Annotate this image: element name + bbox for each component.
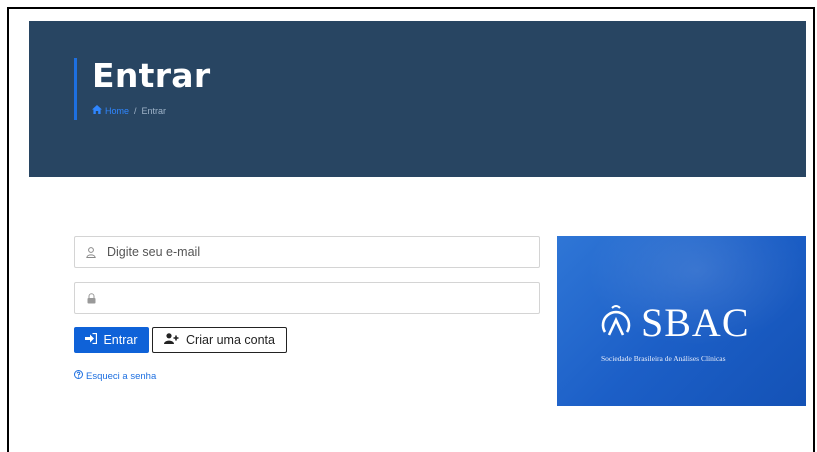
forgot-password-label: Esqueci a senha [86,370,157,382]
sbac-logo-panel: SBAC Sociedade Brasileira de Análises Cl… [557,236,806,406]
sbac-logo: SBAC [599,302,750,343]
home-icon [92,105,102,116]
breadcrumb-home-label: Home [105,105,130,116]
login-button-label: Entrar [103,333,138,347]
sbac-symbol-icon [599,302,633,343]
page-title: Entrar [92,56,211,95]
sbac-subtitle: Sociedade Brasileira de Análises Clínica… [601,354,726,363]
email-input[interactable] [105,244,539,260]
password-input[interactable] [105,290,539,306]
create-account-button[interactable]: Criar uma conta [152,327,287,353]
user-plus-icon [164,333,179,347]
create-account-label: Criar uma conta [186,333,275,347]
page-header: Entrar Home / Entrar [29,21,806,177]
password-field[interactable] [74,282,540,314]
login-button[interactable]: Entrar [74,327,149,353]
sbac-wordmark: SBAC [641,299,750,345]
sign-in-icon [85,332,98,347]
email-field[interactable] [74,236,540,268]
question-circle-icon [74,370,83,382]
breadcrumb-current: Entrar [141,105,167,116]
lock-icon [85,292,97,304]
title-accent-bar [74,58,77,120]
user-icon [85,246,97,258]
breadcrumb-home-link[interactable]: Home [92,105,129,116]
breadcrumb-separator: / [134,105,137,116]
forgot-password-link[interactable]: Esqueci a senha [74,370,156,382]
breadcrumb: Home / Entrar [92,105,166,116]
